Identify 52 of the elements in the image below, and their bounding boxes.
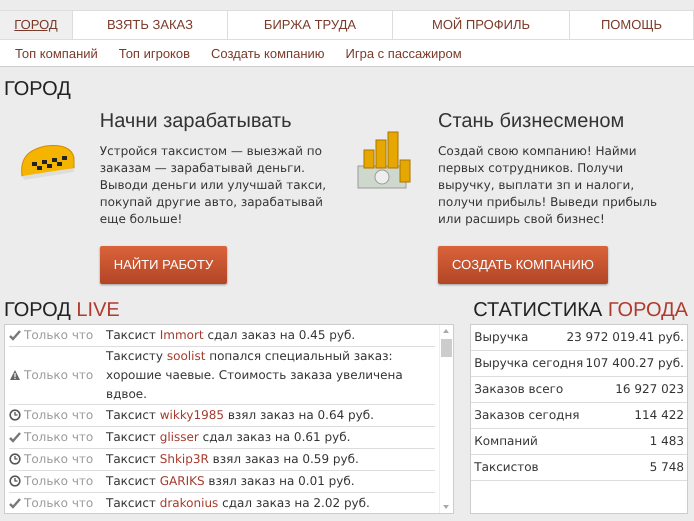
nav-tab[interactable]: ПОМОЩЬ (570, 11, 694, 39)
clock-icon (9, 409, 21, 421)
warning-icon (9, 369, 21, 381)
check-icon (9, 497, 21, 509)
action-button[interactable]: СОЗДАТЬ КОМПАНИЮ (438, 246, 608, 284)
event-time: Только что (24, 407, 94, 424)
scrollbar[interactable] (439, 324, 454, 512)
check-icon (9, 329, 21, 341)
event-message: Таксист GARIKS взял заказ на 0.01 руб. (105, 472, 356, 490)
subnav-link[interactable]: Топ компаний (15, 44, 98, 62)
subnav-link[interactable]: Топ игроков (118, 44, 190, 62)
event-time: Только что (24, 367, 94, 384)
stat-label: Заказов сегодня (474, 407, 580, 424)
stat-value: 23 972 019.41 руб. (566, 329, 684, 346)
nav-tab[interactable]: БИРЖА ТРУДА (228, 11, 393, 39)
event-message: Таксист Immort сдал заказ на 0.45 руб. (105, 326, 356, 344)
event-time: Только что (24, 451, 94, 468)
event-message: Таксист wikky1985 взял заказ на 0.64 руб. (105, 406, 375, 424)
stat-value: 114 422 (634, 407, 684, 424)
promo-title: Начни зарабатывать (100, 109, 293, 133)
promo-description: Создай свою компанию! Найми первых сотрудников. Получи выручку, выплати зп и налоги, получи прибыль! Выведи прибыль или расширь свой бизнес! (438, 143, 658, 228)
subnav-link[interactable]: Игра с пассажиром (346, 44, 462, 62)
event-time: Только что (24, 473, 94, 490)
stat-label: Выручка (474, 329, 528, 346)
event-time: Только что (24, 429, 94, 446)
action-button[interactable]: НАЙТИ РАБОТУ (100, 246, 228, 284)
nav-tab[interactable]: МОЙ ПРОФИЛЬ (393, 11, 570, 39)
clock-icon (9, 453, 21, 465)
nav-tab[interactable]: ВЗЯТЬ ЗАКАЗ (73, 11, 228, 39)
nav-tab[interactable]: ГОРОД (0, 11, 73, 39)
event-message: Таксист glisser сдал заказ на 0.61 руб. (105, 428, 352, 446)
check-icon (9, 431, 21, 443)
event-message: Таксисту soolist попался специальный заказ: хорошие чаевые. Стоимость заказа увеличена вдвое. (105, 348, 404, 402)
stat-value: 107 400.27 руб. (586, 355, 684, 372)
stat-value: 1 483 (650, 433, 684, 450)
event-message: Таксист drakonius сдал заказ на 2.02 руб. (105, 494, 371, 512)
stat-value: 16 927 023 (615, 381, 684, 398)
event-message: Таксист Shkip3R взял заказ на 0.59 руб. (105, 450, 360, 468)
stat-label: Таксистов (474, 459, 539, 476)
event-time: Только что (24, 327, 94, 344)
subnav-link[interactable]: Создать компанию (211, 44, 325, 62)
stat-label: Заказов всего (474, 381, 564, 398)
stat-label: Выручка сегодня (474, 355, 584, 372)
stat-value: 5 748 (650, 459, 684, 476)
clock-icon (9, 475, 21, 487)
stat-label: Компаний (474, 433, 538, 450)
event-time: Только что (24, 495, 94, 512)
promo-description: Устройся таксистом — выезжай по заказам — зарабатывай деньги. Выводи деньги или улучшай такси, покупай другие авто, зарабатывай еще больше! (100, 143, 328, 228)
page-title: ГОРОД (3, 77, 72, 101)
section-title: СТАТИСТИКА ГОРОДА (472, 298, 688, 322)
section-title: ГОРОД LIVE (4, 298, 121, 322)
promo-title: Стань бизнесменом (438, 109, 626, 133)
